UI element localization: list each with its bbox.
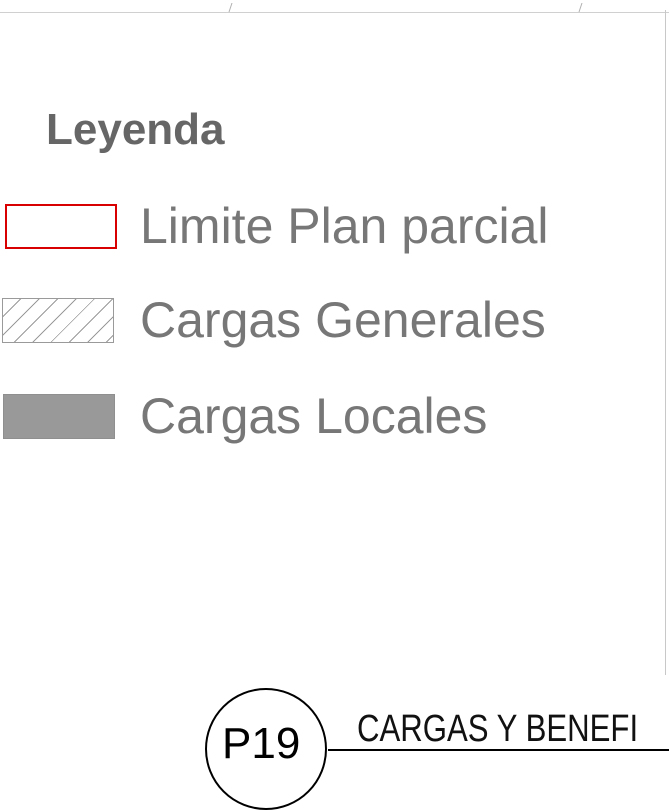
legend-item-cargas-generales: Cargas Generales <box>0 292 600 352</box>
plan-title: CARGAS Y BENEFI <box>357 708 639 750</box>
legend-item-label: Limite Plan parcial <box>140 198 549 254</box>
hatch-swatch-icon <box>2 298 114 343</box>
sheet-frame-right <box>665 10 666 675</box>
red-outline-swatch-icon <box>5 204 117 249</box>
plan-title-underline <box>328 749 669 751</box>
legend-item-limite-plan-parcial: Limite Plan parcial <box>0 198 600 258</box>
sheet-id: P19 <box>222 719 301 768</box>
solid-fill-swatch-icon <box>3 394 115 439</box>
title-block: P19 CARGAS Y BENEFI <box>0 675 669 810</box>
legend-item-label: Cargas Generales <box>140 292 546 348</box>
legend-item-label: Cargas Locales <box>140 388 488 444</box>
legend-item-cargas-locales: Cargas Locales <box>0 388 600 448</box>
sheet-frame-top <box>0 0 669 13</box>
legend-title: Leyenda <box>46 105 225 154</box>
